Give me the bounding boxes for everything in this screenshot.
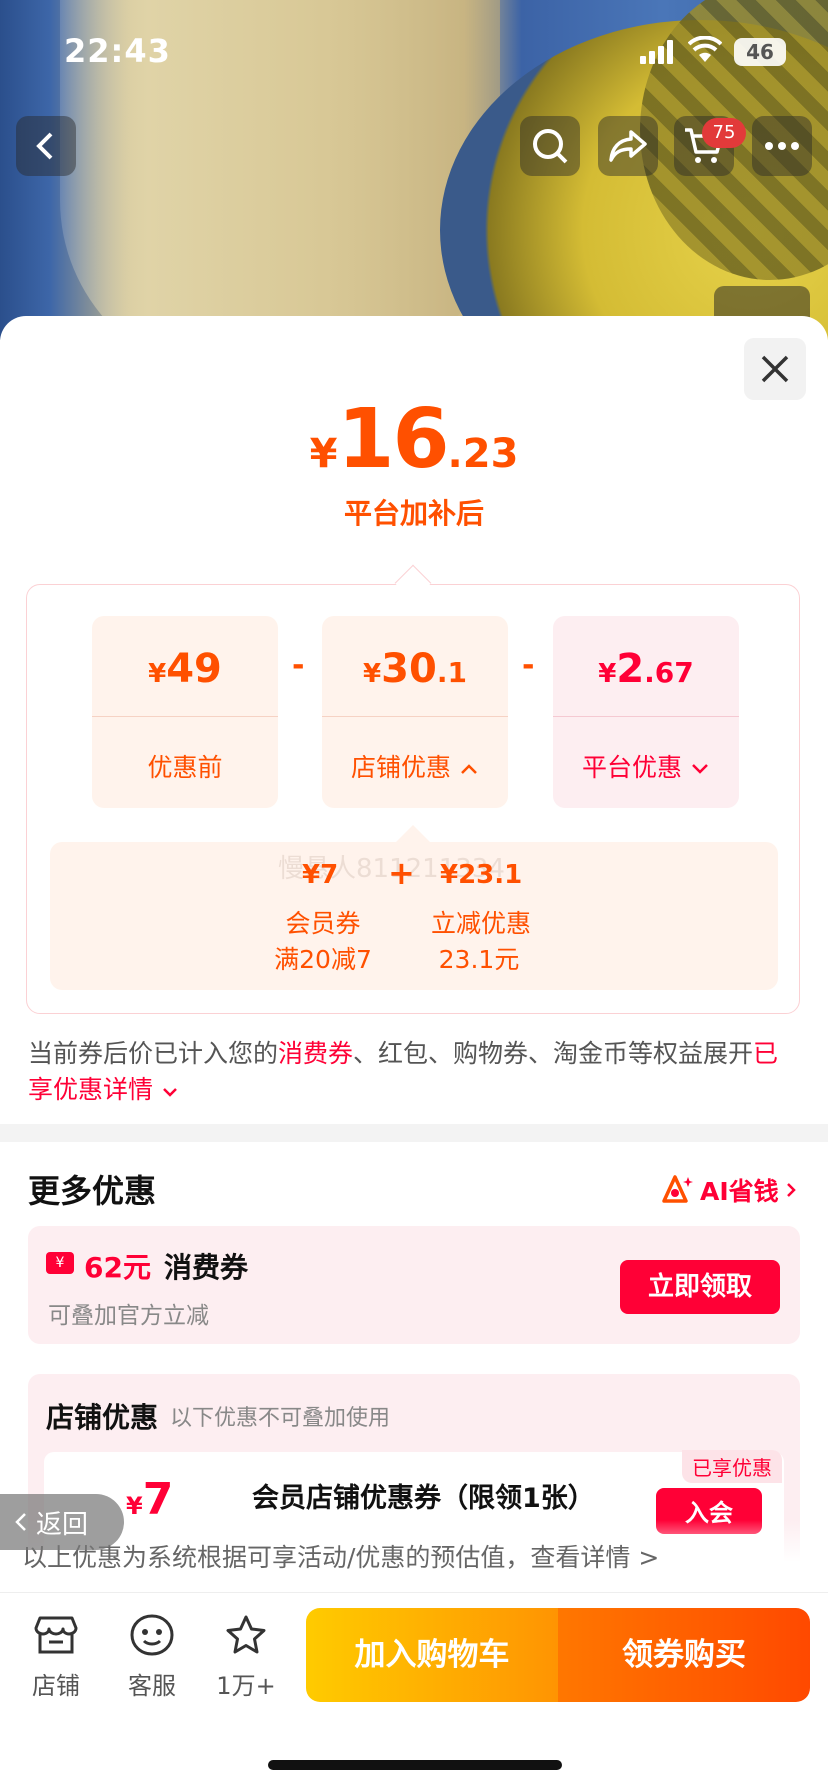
price-note: 当前券后价已计入您的消费券、红包、购物券、淘金币等权益展开已享优惠详情 <box>28 1039 779 1104</box>
claim-now-button[interactable]: 立即领取 <box>620 1260 780 1314</box>
more-dots-icon <box>765 142 799 150</box>
chevron-up-icon <box>461 764 477 774</box>
coupon-name: 消费券 <box>164 1251 249 1284</box>
member-coupon-label: 会员券 <box>285 909 361 938</box>
status-bar: 22:43 46 <box>0 0 828 104</box>
more-button[interactable] <box>752 116 812 176</box>
card-label: 店铺优惠 <box>351 753 452 782</box>
card-currency: ¥ <box>148 659 167 689</box>
add-to-cart-button[interactable]: 加入购物车 <box>306 1608 558 1702</box>
original-price-card: ¥49 优惠前 <box>92 616 278 808</box>
service-tab[interactable]: 客服 <box>112 1614 192 1701</box>
instant-discount-amount: 23.1元 <box>438 945 520 974</box>
card-label: 优惠前 <box>147 753 223 782</box>
section-divider <box>0 1124 828 1142</box>
final-price-decimal: .23 <box>447 431 519 477</box>
close-icon <box>761 355 789 383</box>
card-value: 30 <box>381 646 437 692</box>
service-icon <box>130 1614 174 1656</box>
shop-coupon-name: 会员店铺优惠券（限领1张） <box>252 1483 595 1514</box>
battery-indicator: 46 <box>734 38 786 66</box>
consumption-coupon-link[interactable]: 消费券 <box>278 1039 353 1068</box>
chevron-down-icon <box>692 764 708 774</box>
minus-operator: - <box>292 648 305 683</box>
shop-coupon-amount: ¥7 <box>126 1474 174 1525</box>
signal-icon <box>640 40 674 64</box>
star-icon <box>226 1615 266 1654</box>
final-price-subtitle: 平台加补后 <box>343 497 484 530</box>
card-divider <box>553 716 739 717</box>
chevron-right-icon <box>786 1183 796 1197</box>
cart-count-badge: 75 <box>702 118 746 148</box>
wifi-icon <box>688 36 722 62</box>
favorite-tab[interactable]: 1万+ <box>206 1614 286 1701</box>
member-coupon-value: ¥7 <box>302 860 339 890</box>
status-time: 22:43 <box>64 32 171 70</box>
card-divider <box>92 716 278 717</box>
card-value-decimal: .1 <box>436 656 467 689</box>
chevron-down-icon[interactable] <box>161 1086 179 1098</box>
more-offers-title: 更多优惠 <box>28 1172 157 1210</box>
return-button[interactable]: 返回 <box>0 1494 124 1550</box>
final-price-integer: 16 <box>337 392 449 487</box>
ai-save-label: AI省钱 <box>700 1177 779 1206</box>
service-tab-label: 客服 <box>128 1672 176 1700</box>
claim-and-buy-button[interactable]: 领券购买 <box>558 1608 810 1702</box>
shop-offers-title: 店铺优惠 <box>46 1401 159 1434</box>
chevron-left-icon <box>15 1513 26 1531</box>
plus-operator: + <box>388 854 415 892</box>
card-currency: ¥ <box>363 659 382 689</box>
card-value: 49 <box>166 646 222 692</box>
shop-icon <box>34 1616 78 1654</box>
chevron-left-icon <box>36 132 53 160</box>
ai-sparkle-icon <box>662 1175 693 1203</box>
coupon-description: 可叠加官方立减 <box>48 1303 209 1329</box>
share-button[interactable] <box>598 116 658 176</box>
coupon-ticket-icon: ¥ <box>46 1252 74 1274</box>
ai-save-link[interactable]: AI省钱 <box>662 1172 797 1208</box>
card-label: 平台优惠 <box>582 753 683 782</box>
enjoyed-tag: 已享优惠 <box>682 1450 782 1483</box>
card-value-decimal: .67 <box>644 656 694 689</box>
card-divider <box>322 716 508 717</box>
instant-discount-value: ¥23.1 <box>440 860 523 890</box>
shop-offers-subtitle: 以下优惠不可叠加使用 <box>170 1406 391 1431</box>
shop-tab[interactable]: 店铺 <box>16 1614 96 1701</box>
home-indicator <box>268 1760 562 1770</box>
share-icon <box>609 130 647 162</box>
coupon-amount: 62元 <box>84 1251 151 1284</box>
platform-discount-card[interactable]: ¥2.67 平台优惠 <box>553 616 739 808</box>
search-icon <box>533 129 568 164</box>
favorite-count-label: 1万+ <box>216 1672 276 1700</box>
card-currency: ¥ <box>598 659 617 689</box>
minus-operator: - <box>522 648 535 683</box>
return-label: 返回 <box>36 1509 89 1540</box>
shop-tab-label: 店铺 <box>32 1672 80 1700</box>
search-button[interactable] <box>520 116 580 176</box>
store-discount-card[interactable]: ¥30.1 店铺优惠 <box>322 616 508 808</box>
member-coupon-condition: 满20减7 <box>274 945 372 974</box>
final-price-currency: ¥ <box>309 431 338 477</box>
final-price: ¥16.23 <box>0 392 828 487</box>
back-button[interactable] <box>16 116 76 176</box>
card-value: 2 <box>616 646 645 692</box>
close-button[interactable] <box>744 338 806 400</box>
disclaimer-link[interactable]: 以上优惠为系统根据可享活动/优惠的预估值，查看详情 > <box>22 1538 659 1574</box>
instant-discount-label: 立减优惠 <box>430 909 531 938</box>
